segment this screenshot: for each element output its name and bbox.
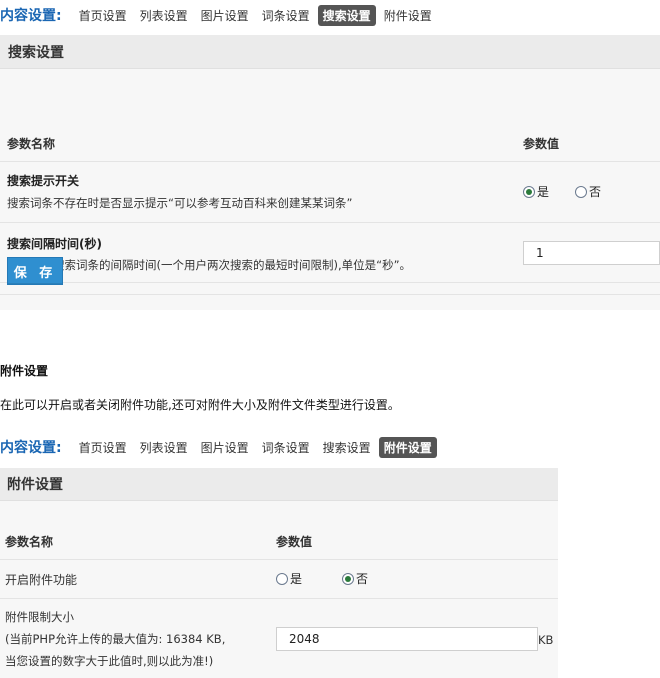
- attachment-enable-radio-group: 是 否: [276, 570, 394, 587]
- param-title: 搜索间隔时间(秒): [7, 237, 102, 251]
- radio-button[interactable]: [342, 572, 355, 585]
- section-title: 附件设置: [0, 364, 49, 378]
- radio-label: 否: [589, 185, 602, 199]
- tab-list-settings[interactable]: 列表设置: [135, 437, 193, 458]
- tab-attachment-settings[interactable]: 附件设置: [378, 436, 437, 458]
- radio-option-yes[interactable]: 是: [276, 570, 302, 587]
- radio-button[interactable]: [276, 572, 288, 585]
- attachment-size-input[interactable]: [276, 627, 538, 651]
- table-row: 附件限制大小 (当前PHP允许上传的最大值为: 16384 KB, 当您设置的数…: [0, 599, 558, 678]
- tab-search-settings[interactable]: 搜索设置: [318, 437, 376, 458]
- panel-divider: [0, 294, 660, 295]
- radio-option-no[interactable]: 否: [575, 183, 601, 200]
- param-description: 设置前台搜索词条的间隔时间(一个用户两次搜索的最短时间限制),单位是“秒”。: [7, 258, 412, 272]
- table-row: 搜索提示开关 搜索词条不存在时是否显示提示“可以参考互动百科来创建某某词条” 是…: [0, 162, 660, 223]
- save-button[interactable]: 保 存: [7, 257, 63, 285]
- column-header-name: 参数名称: [5, 535, 54, 549]
- tab-home-settings[interactable]: 首页设置: [74, 5, 132, 26]
- column-header-name: 参数名称: [7, 137, 56, 151]
- tab-attachment-settings[interactable]: 附件设置: [379, 5, 437, 26]
- save-row: [0, 283, 660, 310]
- panel-title: 附件设置: [0, 468, 558, 501]
- param-description: (当前PHP允许上传的最大值为: 16384 KB,: [5, 632, 226, 646]
- column-header-value: 参数值: [523, 137, 560, 151]
- tab-image-settings[interactable]: 图片设置: [196, 5, 254, 26]
- radio-button[interactable]: [575, 185, 588, 198]
- section-description: 在此可以开启或者关闭附件功能,还可对附件大小及附件文件类型进行设置。: [0, 398, 400, 412]
- radio-label: 否: [356, 572, 369, 586]
- radio-button[interactable]: [523, 185, 535, 198]
- search-interval-input[interactable]: [523, 241, 660, 265]
- table-row: 搜索间隔时间(秒) 设置前台搜索词条的间隔时间(一个用户两次搜索的最短时间限制)…: [0, 223, 660, 283]
- column-header-value: 参数值: [276, 535, 313, 549]
- tab-search-settings[interactable]: 搜索设置: [317, 4, 376, 26]
- search-settings-panel: 搜索设置 参数名称 参数值 搜索提示开关 搜索词条不存在时是否显示提示“可以参考…: [0, 35, 660, 310]
- param-label: 开启附件功能: [5, 573, 78, 587]
- tab-entry-settings[interactable]: 词条设置: [257, 5, 315, 26]
- content-settings-nav: 内容设置: 首页设置 列表设置 图片设置 词条设置 搜索设置 附件设置: [0, 432, 440, 462]
- param-title: 搜索提示开关: [7, 174, 80, 188]
- size-unit: KB: [538, 633, 554, 647]
- search-hint-radio-group: 是 否: [523, 183, 627, 200]
- radio-option-yes[interactable]: 是: [523, 183, 549, 200]
- table-header-row: 参数名称 参数值: [0, 501, 558, 560]
- table-header-row: 参数名称 参数值: [0, 105, 660, 162]
- content-settings-nav: 内容设置: 首页设置 列表设置 图片设置 词条设置 搜索设置 附件设置: [0, 0, 440, 30]
- panel-title: 搜索设置: [0, 35, 660, 69]
- tab-entry-settings[interactable]: 词条设置: [257, 437, 315, 458]
- radio-option-no[interactable]: 否: [342, 570, 368, 587]
- tab-image-settings[interactable]: 图片设置: [196, 437, 254, 458]
- tab-home-settings[interactable]: 首页设置: [74, 437, 132, 458]
- nav-label: 内容设置:: [0, 8, 62, 24]
- tab-list-settings[interactable]: 列表设置: [135, 5, 193, 26]
- param-description: 搜索词条不存在时是否显示提示“可以参考互动百科来创建某某词条”: [7, 196, 353, 210]
- param-description: 当您设置的数字大于此值时,则以此为准!): [5, 654, 214, 668]
- radio-label: 是: [290, 572, 303, 586]
- param-label: 附件限制大小: [5, 610, 74, 624]
- table-row: 开启附件功能 是 否: [0, 560, 558, 599]
- attachment-settings-panel: 附件设置 参数名称 参数值 开启附件功能 是 否 附件限制大小 (当前PHP允许…: [0, 468, 558, 678]
- nav-label: 内容设置:: [0, 440, 62, 456]
- radio-label: 是: [537, 185, 550, 199]
